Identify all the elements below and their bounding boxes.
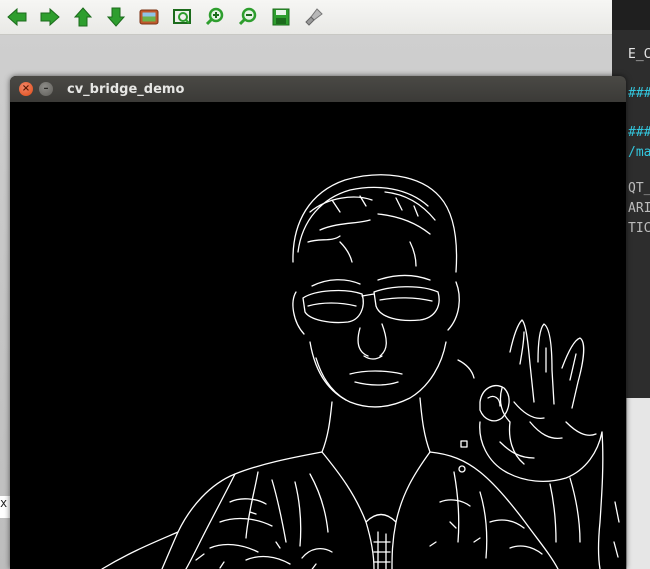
save-button[interactable] [264, 0, 297, 34]
clear-brush-icon [304, 8, 323, 26]
background-viewer-toolbar [0, 0, 612, 35]
fit-view-icon [172, 9, 191, 24]
up-button[interactable] [66, 0, 99, 34]
terminal-line: ### [628, 125, 650, 140]
down-arrow-icon [106, 7, 125, 27]
terminal-lower-pane [626, 398, 650, 569]
image-button[interactable] [132, 0, 165, 34]
terminal-line: ### [628, 86, 650, 101]
terminal-header [612, 0, 650, 30]
cv-bridge-demo-window: × – cv_bridge_demo [10, 76, 626, 569]
zoom-out-button[interactable] [231, 0, 264, 34]
save-icon [272, 8, 289, 26]
down-button[interactable] [99, 0, 132, 34]
edge-detection-image [10, 102, 626, 569]
up-arrow-icon [73, 7, 92, 27]
close-button[interactable]: × [19, 82, 33, 96]
window-titlebar[interactable]: × – cv_bridge_demo [10, 76, 626, 102]
canny-edge-drawing [101, 174, 620, 569]
terminal-line: E_CUR [628, 47, 650, 62]
back-button[interactable] [0, 0, 33, 34]
window-title: cv_bridge_demo [67, 81, 185, 97]
image-icon [139, 9, 158, 25]
terminal-line: QT_ [628, 181, 650, 196]
minimize-button[interactable]: – [39, 82, 53, 96]
back-arrow-icon [6, 7, 26, 27]
terminal-line: /ma [628, 145, 650, 160]
forward-arrow-icon [40, 7, 60, 27]
zoom-in-icon [205, 7, 223, 26]
zoom-out-icon [238, 7, 256, 26]
fit-view-button[interactable] [165, 0, 198, 34]
background-left-text: x [0, 496, 10, 518]
terminal-line: TIC [628, 221, 650, 236]
forward-button[interactable] [33, 0, 66, 34]
terminal-line: ARI [628, 201, 650, 216]
zoom-in-button[interactable] [198, 0, 231, 34]
clear-button[interactable] [297, 0, 330, 34]
